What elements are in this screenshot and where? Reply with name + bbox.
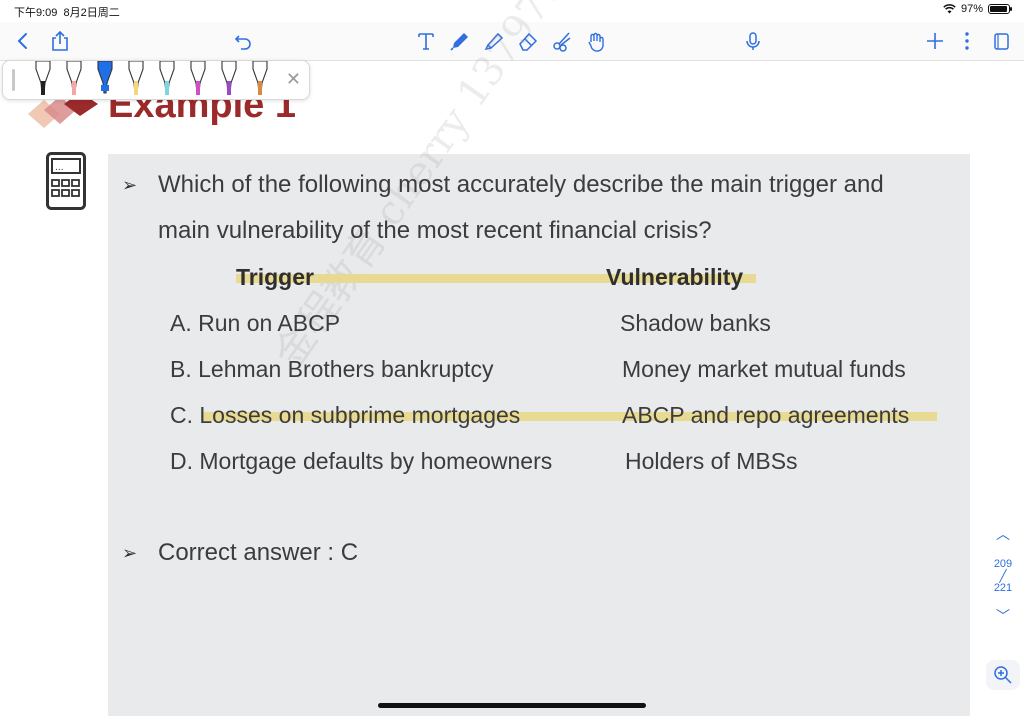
question-bullet: ➢ — [122, 175, 138, 195]
question-line-1: Which of the following most accurately d… — [158, 171, 884, 198]
wifi-icon — [943, 4, 956, 14]
option-a-vulnerability: Shadow banks — [620, 310, 771, 336]
back-chevron-icon[interactable] — [8, 26, 38, 56]
page-separator: ╱ — [999, 569, 1007, 583]
pen-swatch-4[interactable] — [128, 61, 144, 95]
option-c-trigger: C. Losses on subprime mortgages — [170, 402, 521, 428]
undo-icon[interactable] — [228, 26, 258, 56]
pen-swatch-6[interactable] — [190, 61, 206, 95]
svg-text:...: ... — [55, 163, 64, 173]
option-c-vulnerability: ABCP and repo agreements — [622, 402, 910, 428]
slide-content: 金程教育 cherry 13797176656 ➢ Which of the f… — [108, 0, 970, 716]
question-line-2: main vulnerability of the most recent fi… — [158, 217, 712, 244]
option-a-trigger: A. Run on ABCP — [170, 310, 341, 336]
pen-swatch-1[interactable] — [35, 61, 51, 95]
pen-swatch-8[interactable] — [252, 61, 268, 95]
pages-icon[interactable] — [986, 26, 1016, 56]
pen-swatch-3[interactable] — [97, 61, 113, 94]
correct-answer: Correct answer : C — [158, 539, 359, 566]
microphone-icon[interactable] — [738, 26, 768, 56]
hand-tool-icon[interactable] — [581, 26, 611, 56]
option-d-vulnerability: Holders of MBSs — [625, 448, 798, 474]
lasso-icon[interactable] — [547, 26, 577, 56]
option-b-vulnerability: Money market mutual funds — [622, 356, 906, 382]
answer-bullet: ➢ — [122, 543, 138, 563]
home-indicator[interactable] — [378, 703, 646, 708]
calculator-icon: ... — [46, 152, 86, 210]
add-icon[interactable] — [920, 26, 950, 56]
close-icon[interactable]: ✕ — [286, 69, 301, 90]
battery-percent: 97% — [960, 3, 983, 15]
status-right: 97% — [943, 3, 1012, 15]
text-tool-icon[interactable] — [411, 26, 441, 56]
pen-swatch-2[interactable] — [66, 61, 82, 95]
page-up-icon[interactable]: ︿ — [988, 524, 1018, 544]
drag-handle[interactable] — [12, 69, 15, 91]
zoom-icon[interactable] — [986, 660, 1020, 690]
pen-swatch-7[interactable] — [221, 61, 237, 95]
pen-swatches[interactable] — [25, 61, 295, 97]
battery-icon — [988, 4, 1012, 14]
total-pages: 221 — [993, 582, 1013, 594]
page-navigator: ︿ 209 ╱ 221 ﹀ — [988, 524, 1018, 626]
status-time: 下午9:09 8月2日周二 — [14, 7, 120, 19]
vulnerability-header: Vulnerability — [606, 264, 744, 290]
option-d-trigger: D. Mortgage defaults by homeowners — [170, 448, 553, 474]
share-icon[interactable] — [45, 26, 75, 56]
option-b-trigger: B. Lehman Brothers bankruptcy — [170, 356, 494, 382]
pen-swatch-5[interactable] — [159, 61, 175, 95]
pen-color-bar: ✕ — [2, 60, 310, 100]
trigger-header: Trigger — [236, 264, 314, 290]
more-icon[interactable] — [952, 26, 982, 56]
page-down-icon[interactable]: ﹀ — [988, 606, 1018, 626]
